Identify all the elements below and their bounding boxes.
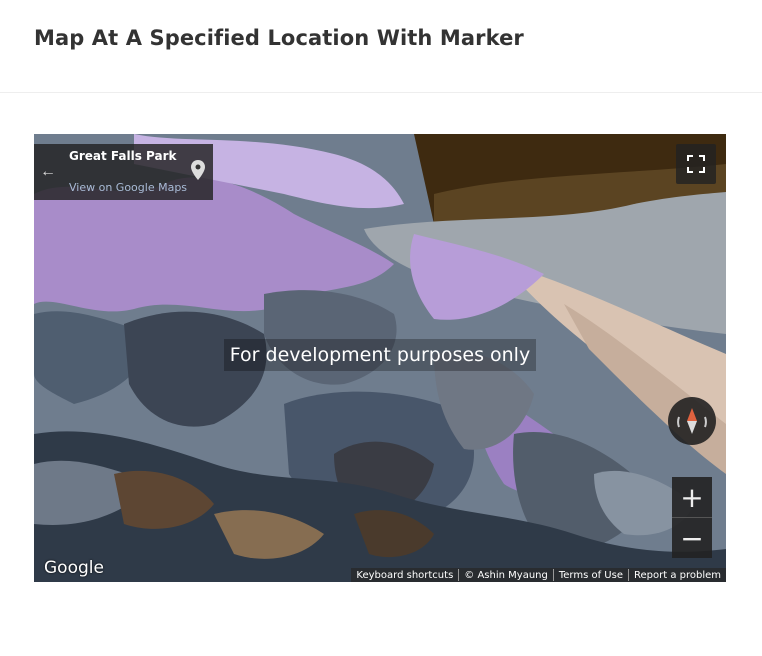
zoom-out-button[interactable]: − bbox=[672, 518, 712, 558]
compass-icon bbox=[677, 408, 707, 434]
zoom-in-button[interactable]: + bbox=[672, 477, 712, 518]
back-button[interactable]: ← bbox=[34, 144, 62, 200]
arrow-left-icon: ← bbox=[40, 163, 56, 180]
copyright-text: © Ashin Myaung bbox=[464, 569, 548, 581]
place-info-card: ← Great Falls Park View on Google Maps bbox=[34, 144, 213, 200]
page-title: Map At A Specified Location With Marker bbox=[34, 26, 524, 50]
page-header: Map At A Specified Location With Marker bbox=[0, 0, 762, 93]
street-view-map[interactable]: ← Great Falls Park View on Google Maps F… bbox=[34, 134, 726, 582]
keyboard-shortcuts-link[interactable]: Keyboard shortcuts bbox=[351, 570, 458, 581]
google-logo: Google bbox=[44, 558, 104, 578]
attribution-bar: Keyboard shortcuts © Ashin Myaung Terms … bbox=[351, 568, 726, 582]
terms-of-use-link[interactable]: Terms of Use bbox=[554, 570, 628, 581]
report-problem-link[interactable]: Report a problem bbox=[629, 570, 726, 581]
view-on-google-maps-link[interactable]: View on Google Maps bbox=[69, 181, 187, 194]
place-name: Great Falls Park bbox=[69, 149, 177, 163]
development-watermark: For development purposes only bbox=[224, 339, 536, 371]
compass-control[interactable] bbox=[668, 397, 716, 445]
fullscreen-icon bbox=[687, 155, 705, 173]
map-pin-icon[interactable] bbox=[191, 160, 205, 180]
fullscreen-button[interactable] bbox=[676, 144, 716, 184]
